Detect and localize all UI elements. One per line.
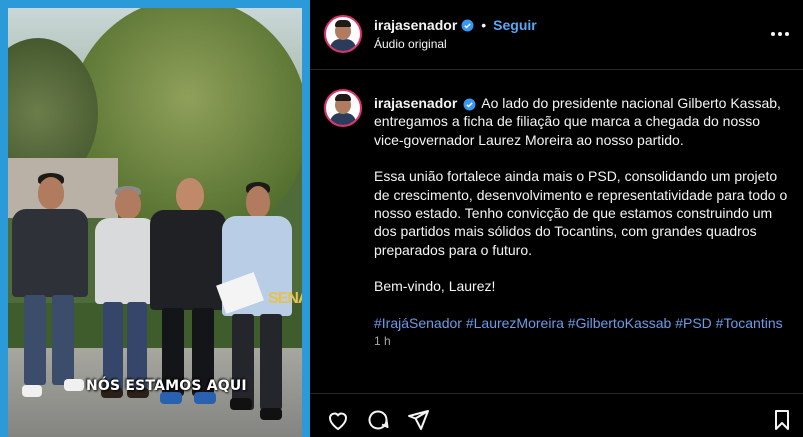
comment-icon[interactable] bbox=[366, 408, 390, 432]
caption-avatar[interactable] bbox=[324, 89, 362, 127]
more-options-icon[interactable] bbox=[769, 24, 791, 44]
header-user-row: irajasenador • Seguir bbox=[374, 17, 537, 33]
caption-paragraph-1: irajasenador Ao lado do presidente nacio… bbox=[374, 94, 790, 149]
bookmark-icon[interactable] bbox=[770, 408, 794, 432]
hashtag-link[interactable]: #PSD bbox=[675, 315, 712, 331]
person-3 bbox=[148, 176, 228, 412]
video-caption: NÓS ESTAMOS AQUI bbox=[86, 378, 247, 394]
person-1 bbox=[8, 173, 88, 413]
post-media[interactable]: SENA NÓS ESTAMOS AQUI bbox=[0, 0, 310, 437]
caption-username-link[interactable]: irajasenador bbox=[374, 95, 457, 111]
action-bar bbox=[310, 393, 803, 437]
username-link[interactable]: irajasenador bbox=[374, 17, 457, 33]
caption-paragraph-2: Essa união fortalece ainda mais o PSD, c… bbox=[374, 168, 788, 258]
side-banner-text: SENA bbox=[268, 290, 302, 307]
post-header: irajasenador • Seguir Áudio original bbox=[310, 0, 803, 70]
post-caption: irajasenador Ao lado do presidente nacio… bbox=[374, 94, 790, 350]
audio-link[interactable]: Áudio original bbox=[374, 37, 447, 51]
hashtag-link[interactable]: #Tocantins bbox=[716, 315, 783, 331]
post-timestamp[interactable]: 1 h bbox=[374, 334, 391, 348]
separator-dot: • bbox=[481, 17, 487, 33]
hashtag-link[interactable]: #IrajáSenador bbox=[374, 315, 462, 331]
hashtag-link[interactable]: #GilbertoKassab bbox=[568, 315, 672, 331]
avatar[interactable] bbox=[324, 15, 362, 53]
share-icon[interactable] bbox=[406, 408, 430, 432]
video-frame[interactable]: SENA NÓS ESTAMOS AQUI bbox=[8, 8, 302, 437]
hashtag-list: #IrajáSenador #LaurezMoreira #GilbertoKa… bbox=[374, 314, 790, 332]
verified-badge-icon bbox=[463, 98, 476, 111]
verified-badge-icon bbox=[461, 19, 474, 31]
caption-paragraph-3: Bem-vindo, Laurez! bbox=[374, 278, 496, 295]
hashtag-link[interactable]: #LaurezMoreira bbox=[466, 315, 564, 331]
heart-icon[interactable] bbox=[326, 408, 350, 432]
follow-button[interactable]: Seguir bbox=[493, 17, 537, 33]
post-details-panel: irajasenador • Seguir Áudio original ira… bbox=[310, 0, 803, 437]
